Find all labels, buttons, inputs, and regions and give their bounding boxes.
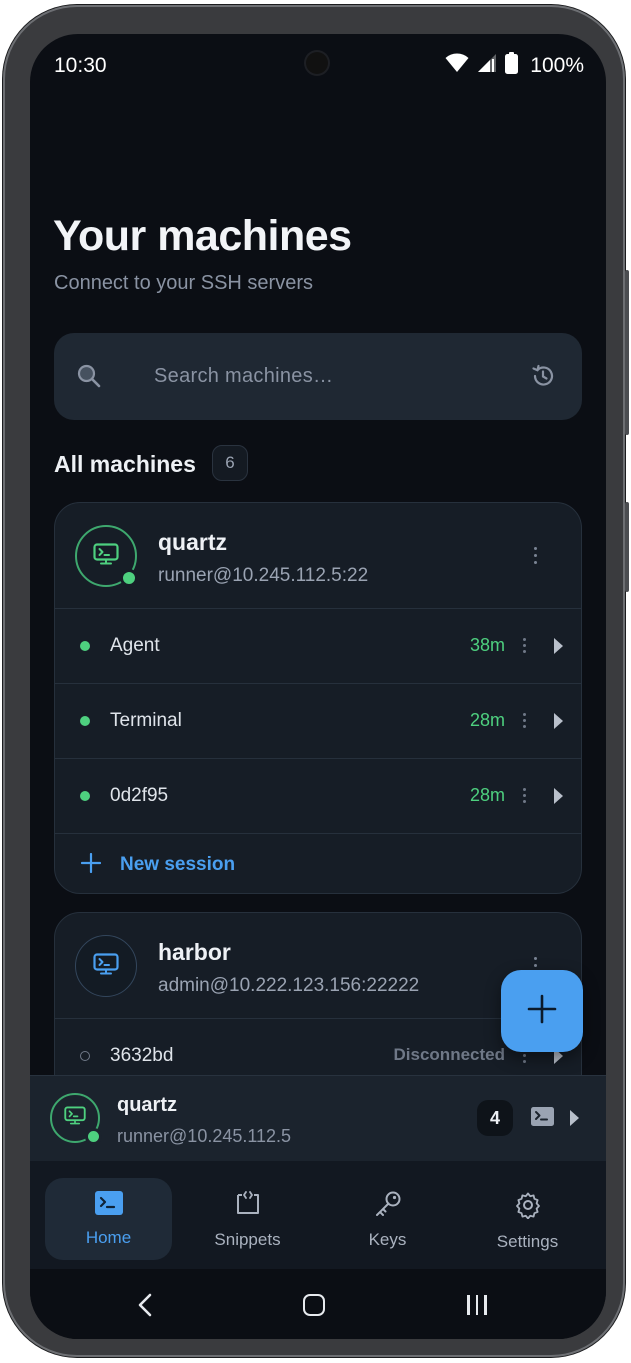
more-options-icon[interactable] xyxy=(534,547,537,564)
key-icon xyxy=(374,1191,402,1222)
session-status-dot xyxy=(80,716,90,726)
session-duration: 28m xyxy=(469,710,505,730)
machine-name: harbor xyxy=(158,939,231,965)
machine-header[interactable]: quartz runner@10.245.112.5:22 xyxy=(55,503,581,609)
system-nav-bar xyxy=(30,1269,606,1339)
machine-name: quartz xyxy=(158,529,227,555)
play-icon[interactable] xyxy=(554,713,563,729)
play-icon[interactable] xyxy=(554,788,563,804)
session-row[interactable]: 0d2f95 28m xyxy=(55,759,581,834)
terminal-icon xyxy=(64,1106,86,1130)
status-bar: 10:30 100% xyxy=(30,34,606,98)
avatar xyxy=(75,935,137,997)
wifi-icon xyxy=(445,53,469,78)
terminal-icon xyxy=(94,1191,123,1220)
session-name: 3632bd xyxy=(110,1045,174,1066)
online-status-dot xyxy=(120,569,138,587)
battery-percent: 100% xyxy=(530,53,584,77)
search-input[interactable]: Search machines… xyxy=(54,333,582,420)
session-status-dot xyxy=(80,641,90,651)
session-more-icon[interactable] xyxy=(523,788,526,803)
active-connection-bar[interactable]: quartz runner@10.245.112.5 4 xyxy=(30,1075,606,1161)
session-duration: 28m xyxy=(469,785,505,805)
chevron-right-icon[interactable] xyxy=(570,1110,579,1126)
plus-icon xyxy=(80,852,102,878)
active-machine-address: runner@10.245.112.5 xyxy=(117,1126,292,1146)
play-icon[interactable] xyxy=(554,638,563,654)
online-status-dot xyxy=(85,1128,102,1145)
nav-snippets[interactable]: Snippets xyxy=(184,1178,311,1260)
nav-label: Snippets xyxy=(214,1230,281,1249)
session-row[interactable]: Agent 38m xyxy=(55,609,581,684)
section-title: All machines xyxy=(54,451,196,477)
recents-icon[interactable] xyxy=(467,1295,487,1315)
machine-card-quartz: quartz runner@10.245.112.5:22 Agent 38m … xyxy=(54,502,582,894)
search-placeholder: Search machines… xyxy=(154,365,334,387)
avatar xyxy=(50,1093,102,1145)
power-button xyxy=(625,502,629,592)
terminal-icon xyxy=(93,952,119,980)
status-icons: 100% xyxy=(445,52,584,79)
new-session-button[interactable]: New session xyxy=(55,834,581,893)
screen: 10:30 100% Your machines Connect to your… xyxy=(30,34,606,1339)
session-duration: 38m xyxy=(469,635,505,655)
session-status-dot xyxy=(80,1051,90,1061)
search-icon xyxy=(76,363,102,394)
active-machine-name: quartz xyxy=(117,1094,177,1116)
nav-label: Settings xyxy=(496,1232,559,1251)
home-icon[interactable] xyxy=(303,1294,325,1316)
back-icon[interactable] xyxy=(137,1293,153,1322)
page-subtitle: Connect to your SSH servers xyxy=(54,272,313,294)
nav-keys[interactable]: Keys xyxy=(324,1178,451,1260)
machine-address: admin@10.222.123.156:22222 xyxy=(158,975,420,996)
machine-address: runner@10.245.112.5:22 xyxy=(158,565,369,586)
history-icon[interactable] xyxy=(530,363,556,394)
add-machine-button[interactable] xyxy=(501,970,583,1052)
volume-button xyxy=(625,270,629,435)
avatar xyxy=(75,525,138,587)
nav-label: Home xyxy=(85,1228,132,1247)
session-name: Agent xyxy=(110,635,160,656)
session-name: Terminal xyxy=(110,710,182,731)
machine-count-badge: 6 xyxy=(212,445,248,481)
session-more-icon[interactable] xyxy=(523,713,526,728)
nav-label: Keys xyxy=(368,1230,407,1249)
nav-home[interactable]: Home xyxy=(45,1178,172,1260)
terminal-icon xyxy=(93,542,119,570)
bottom-nav: Home Snippets Keys Settings xyxy=(30,1161,606,1269)
session-count-badge: 4 xyxy=(477,1100,513,1136)
status-time: 10:30 xyxy=(54,54,107,77)
session-status: Disconnected xyxy=(393,1045,505,1064)
session-row[interactable]: Terminal 28m xyxy=(55,684,581,759)
snippet-icon xyxy=(234,1191,262,1222)
gear-icon xyxy=(514,1191,542,1224)
session-status-dot xyxy=(80,791,90,801)
signal-icon xyxy=(477,53,497,78)
terminal-icon[interactable] xyxy=(531,1107,554,1131)
page-title: Your machines xyxy=(53,212,352,260)
plus-icon xyxy=(527,994,557,1029)
session-name: 0d2f95 xyxy=(110,785,169,806)
phone-frame: 10:30 100% Your machines Connect to your… xyxy=(3,5,629,1357)
session-more-icon[interactable] xyxy=(523,638,526,653)
new-session-label: New session xyxy=(120,854,236,875)
battery-icon xyxy=(505,52,519,79)
nav-settings[interactable]: Settings xyxy=(464,1178,591,1260)
